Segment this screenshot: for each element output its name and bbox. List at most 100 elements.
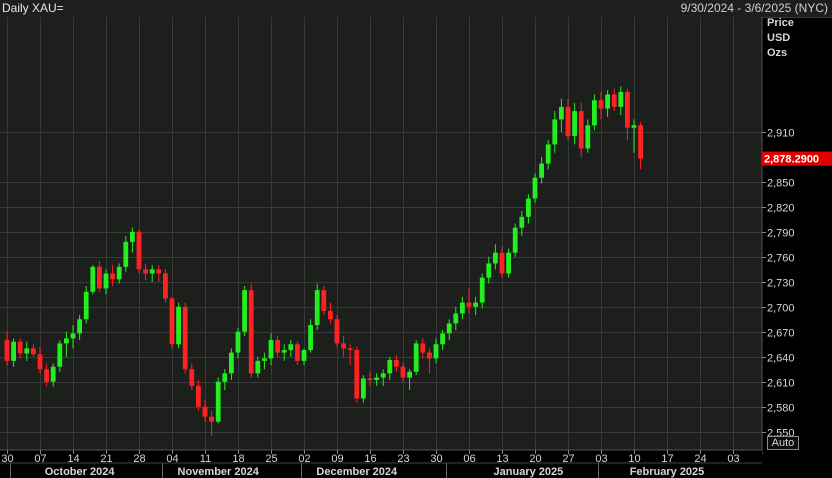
candle-body [400,366,406,378]
price-tick-label: 2,640 [767,353,795,365]
time-tick-label: 21 [100,453,112,465]
time-tick-label: 14 [67,453,79,465]
candle-body [479,277,485,303]
time-tick-label: 25 [265,453,277,465]
candle-body [585,125,591,149]
price-axis[interactable]: 2,5502,5802,6102,6402,6702,7002,7302,760… [762,128,795,440]
candle-body [255,360,261,374]
price-chart[interactable]: 2,5502,5802,6102,6402,6702,7002,7302,760… [0,0,832,478]
time-tick-label: 30 [430,453,442,465]
time-tick-label: 07 [34,453,46,465]
price-tick-label: 2,580 [767,403,795,415]
candle-body [611,94,617,107]
candle-body [374,377,379,381]
candle-body [532,177,538,199]
candle-body [559,106,564,120]
price-axis-label-price: Price [767,17,794,29]
candle-body [328,310,333,320]
candle-body [64,338,69,344]
candle-up [506,248,511,278]
time-axis[interactable]: 30 07 14 21 28 04 11 18 25 02 09 16 23 30 06 13 20 27 03 10… [1,450,740,478]
candle-body [499,252,505,274]
candle-body [136,231,142,270]
candle-body [321,290,327,311]
candle-body [11,341,16,361]
candle-body [314,290,320,326]
candle-body [334,319,340,344]
time-tick-label: 18 [232,453,244,465]
month-label: October 2024 [45,466,116,478]
candle-body [57,343,63,367]
candle-body [440,333,445,345]
candle-body [453,313,459,324]
auto-scale-button[interactable]: Auto [767,436,799,450]
candle-body [361,378,366,399]
candle-body [77,319,82,334]
time-tick-label: 10 [628,453,640,465]
price-tick-label: 2,730 [767,278,795,290]
candle-body [24,348,30,354]
plot-area[interactable] [0,17,762,450]
candle-down [136,230,142,274]
candle-body [149,269,155,274]
time-tick-label: 20 [529,453,541,465]
candle-body [506,252,511,274]
candle-body [592,100,597,126]
candle-up [90,265,96,295]
candle-down [182,302,188,374]
last-price-label: 2,878.2900 [764,154,819,166]
price-tick-label: 2,850 [767,178,795,190]
candle-down [321,285,327,316]
candle-body [407,371,412,378]
time-tick-label: 17 [661,453,673,465]
candle-body [341,343,346,349]
time-tick-label: 06 [463,453,475,465]
candle-body [17,341,23,354]
candle-down [163,269,168,303]
time-tick-label: 03 [595,453,607,465]
candle-body [248,290,254,374]
candle-body [545,144,551,164]
candle-body [578,111,584,149]
candle-body [130,231,135,242]
candle-body [163,273,168,299]
candle-body [539,163,544,178]
time-tick-label: 24 [694,453,706,465]
candle-body [295,344,300,361]
candle-body [638,125,643,159]
candle-body [268,340,274,359]
time-tick-label: 28 [133,453,145,465]
time-tick-label: 16 [364,453,376,465]
time-tick-label: 27 [562,453,574,465]
candle-body [229,352,234,374]
candle-body [70,333,76,339]
candle-body [235,331,241,353]
candle-body [526,198,531,217]
candle-body [123,241,129,267]
price-tick-label: 2,670 [767,328,795,340]
price-tick-label: 2,910 [767,128,795,140]
candle-down [169,296,175,349]
candle-body [262,358,267,361]
candle-down [248,283,254,378]
price-tick-label: 2,790 [767,228,795,240]
candle-up [314,283,320,331]
candle-body [196,385,201,407]
time-tick-label: 09 [331,453,343,465]
candle-body [598,100,604,109]
candle-body [552,119,558,145]
candle-down [354,346,360,403]
candle-body [209,416,214,422]
price-tick-label: 2,820 [767,203,795,215]
time-tick-label: 11 [200,453,211,465]
time-tick-label: 30 [1,453,13,465]
candle-body [176,306,181,345]
candle-body [387,360,393,374]
candle-body [110,273,115,280]
candle-body [116,266,122,280]
candle-body [182,306,188,370]
candle-body [394,360,399,367]
candle-body [380,373,386,378]
last-price-marker: 2,878.2900 [762,151,832,166]
time-tick-label: 03 [727,453,739,465]
